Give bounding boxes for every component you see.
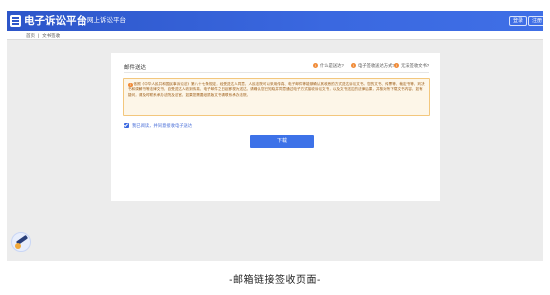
legal-notice: ! 依照《中华人民共和国民事诉讼法》第八十七条规定，经受送达人同意，人民法院可以采…	[123, 78, 430, 116]
breadcrumb-current: 文书签收	[42, 33, 61, 38]
agree-checkbox-row[interactable]: 我已阅读，并同意接收电子送达	[124, 123, 192, 129]
help-link-label: 无法签收文书?	[401, 63, 430, 68]
notice-text: 依照《中华人民共和国民事诉讼法》第八十七条规定，经受送达人同意，人民法院可以采用…	[128, 82, 425, 97]
checkbox-checked-icon[interactable]	[124, 123, 129, 128]
app-subtitle: 网上诉讼平台	[87, 17, 126, 24]
assistant-widget[interactable]	[10, 231, 32, 255]
delivery-card: 邮件送达 ! 什么是送达? ! 电子签收送达方式? ! 无法签收文书? ! 依照《中华人…	[111, 53, 440, 201]
help-link-delivery-method[interactable]: ! 电子签收送达方式?	[351, 62, 395, 69]
card-title: 邮件送达	[124, 65, 147, 71]
document-logo-icon	[10, 15, 21, 27]
top-header: 电子诉讼平台 网上诉讼平台 登录 注册	[7, 11, 543, 31]
help-link-label: 电子签收送达方式?	[358, 63, 395, 68]
help-link-label: 什么是送达?	[320, 63, 344, 68]
notice-text-block: ! 依照《中华人民共和国民事诉讼法》第八十七条规定，经受送达人同意，人民法院可以采…	[128, 82, 425, 98]
breadcrumb-separator: |	[38, 33, 40, 38]
help-link-cannot-sign[interactable]: ! 无法签收文书?	[394, 62, 429, 69]
help-link-what-is-delivery[interactable]: ! 什么是送达?	[313, 62, 344, 69]
breadcrumb-home[interactable]: 首页	[26, 33, 35, 38]
login-button[interactable]: 登录	[509, 16, 528, 26]
title-divider	[82, 16, 83, 26]
download-button[interactable]: 下载	[250, 135, 314, 148]
figure-caption: -邮箱链接签收页面-	[229, 275, 321, 286]
info-icon: !	[351, 63, 356, 69]
rocket-flame	[15, 243, 21, 249]
breadcrumb: 首页 | 文书签收	[7, 31, 543, 40]
app-title: 电子诉讼平台	[24, 15, 87, 27]
register-button[interactable]: 注册	[528, 16, 543, 26]
info-icon: !	[394, 63, 399, 69]
info-icon: !	[313, 63, 318, 69]
screenshot: 电子诉讼平台 网上诉讼平台 登录 注册 首页 | 文书签收 邮件送达 ! 什么是送达?…	[7, 11, 543, 261]
agree-label: 我已阅读，并同意接收电子送达	[132, 123, 193, 128]
card-divider	[124, 72, 429, 73]
